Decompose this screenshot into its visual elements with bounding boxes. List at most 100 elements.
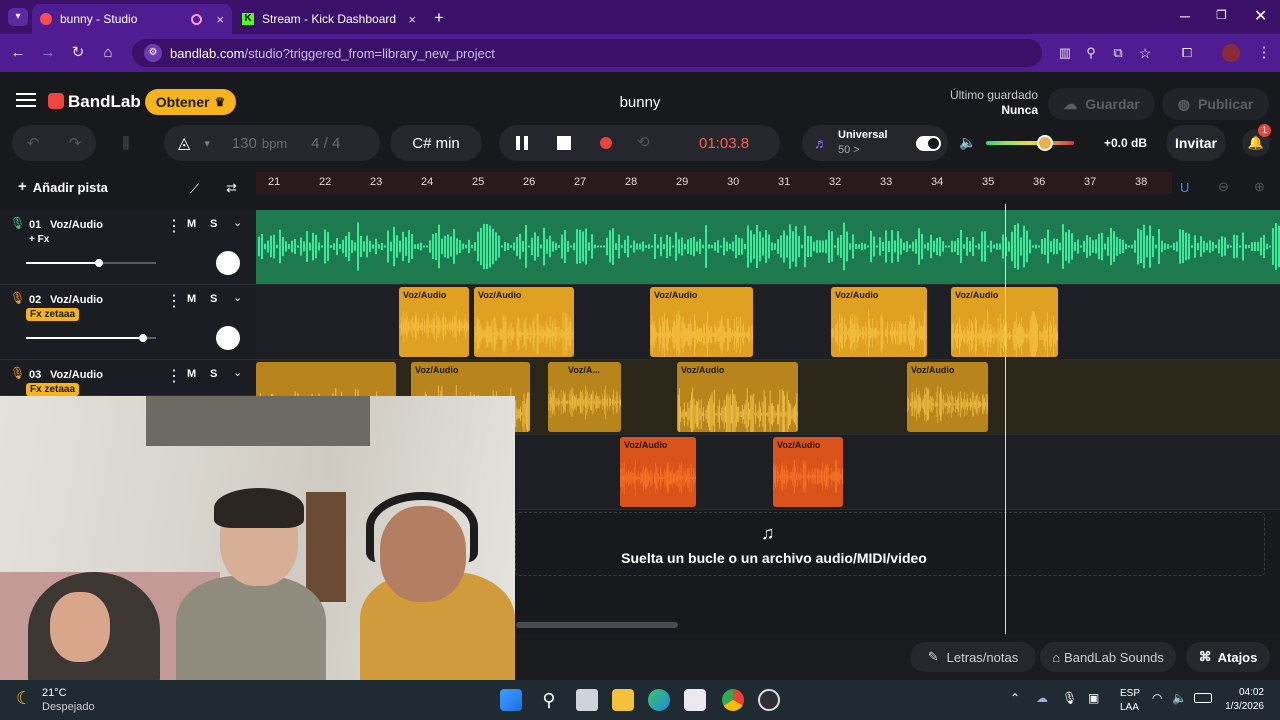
audio-clip[interactable]: Voz/A... [548,362,621,432]
tab-kick-dashboard[interactable]: K Stream - Kick Dashboard × [234,4,424,34]
add-fx-button[interactable]: + Fx [29,234,49,245]
chrome-icon[interactable] [722,689,744,711]
close-tab-icon[interactable]: × [408,12,416,27]
solo-button[interactable]: S [210,368,217,380]
chevron-down-icon[interactable]: ⌄ [233,291,242,304]
universal-value[interactable]: 50 > [838,144,860,156]
bookmark-star-icon[interactable]: ☆ [1135,43,1155,63]
bandlab-sounds-button[interactable]: ⌂ BandLab Sounds [1040,642,1176,672]
track-header-01[interactable]: 🎙 01 Voz/Audio + Fx ⋮ M S ⌄ [0,210,256,285]
close-window-icon[interactable]: ✕ [1254,6,1267,26]
track-menu-icon[interactable]: ⋮ [166,291,182,311]
track-volume-slider[interactable] [26,334,156,342]
tab-bandlab-studio[interactable]: bunny - Studio × [32,4,232,34]
microphone-tray-icon[interactable]: 🎙 [1062,691,1077,705]
zoom-icon[interactable]: ⚲ [1081,43,1101,63]
track-name[interactable]: Voz/Audio [50,219,103,231]
mixer-button[interactable]: ⫼ [106,125,146,161]
metronome-icon[interactable]: ◬ [178,133,190,153]
solo-button[interactable]: S [210,293,217,305]
mute-button[interactable]: M [187,368,196,380]
track-lane-01[interactable] [256,210,1280,285]
battery-icon[interactable] [1194,693,1212,703]
language-code[interactable]: ESP [1120,688,1140,699]
search-icon[interactable]: ⚲ [538,689,560,711]
bpm-value[interactable]: 130 [232,135,257,152]
universal-toggle[interactable] [916,136,941,151]
track-volume-knob[interactable] [94,259,103,267]
audio-clip[interactable]: Voz/Audio [677,362,798,432]
tab-list-dropdown[interactable]: ▾ [8,8,28,26]
minimize-window-icon[interactable]: ─ [1180,8,1190,24]
maximize-window-icon[interactable]: ❐ [1216,8,1227,22]
track-menu-icon[interactable]: ⋮ [166,216,182,236]
zoom-in-icon[interactable]: ⊕ [1254,179,1265,195]
volume-knob[interactable] [1037,135,1053,151]
profile-avatar[interactable] [1222,44,1240,62]
track-settings-icon[interactable]: ⇄ [226,180,237,196]
track-name[interactable]: Voz/Audio [50,294,103,306]
lyrics-notes-button[interactable]: ✎ Letras/notas [910,642,1036,672]
onedrive-icon[interactable]: ☁ [1036,691,1048,705]
chevron-up-icon[interactable]: ⌃ [1010,691,1020,705]
pan-knob[interactable] [216,251,240,275]
fx-preset-badge[interactable]: Fx zetaaa [26,383,80,396]
speaker-icon[interactable]: 🔈 [959,134,976,151]
cast-icon[interactable]: ⧉ [1108,43,1128,63]
forward-arrow-icon[interactable]: → [38,43,58,63]
audio-clip[interactable]: Voz/Audio [474,287,574,357]
key-selector[interactable]: C# min [390,125,482,161]
audio-clip[interactable]: Voz/Audio [620,437,696,507]
clock-date[interactable]: 1/3/2026 [1216,701,1264,712]
bandlab-logo-text[interactable]: BandLab [68,92,141,112]
record-button[interactable] [600,137,612,149]
back-arrow-icon[interactable]: ← [8,43,28,63]
region-code[interactable]: LAA [1120,702,1139,713]
track-header-02[interactable]: 🎙 02 Voz/Audio Fx zetaaa ⋮ M S ⌄ [0,285,256,360]
track-menu-icon[interactable]: ⋮ [166,366,182,386]
mute-button[interactable]: M [187,218,196,230]
shortcuts-button[interactable]: ⌘ Atajos [1186,642,1270,672]
project-title[interactable]: bunny [600,94,680,111]
task-view-icon[interactable] [576,689,598,711]
home-icon[interactable]: ⌂ [98,43,118,63]
edge-icon[interactable] [648,689,670,711]
publish-button[interactable]: ◍ Publicar [1162,88,1269,120]
windows-start-icon[interactable] [500,689,522,711]
obs-icon[interactable] [758,689,780,711]
pause-button[interactable] [516,136,528,150]
weather-temp[interactable]: 21°C [42,687,67,699]
track-lane-02[interactable]: Voz/Audio Voz/Audio Voz/Audio Voz/Audio … [256,285,1280,360]
store-icon[interactable] [684,689,706,711]
drop-zone[interactable]: ♫ Suelta un bucle o un archivo audio/MID… [515,512,1265,576]
loop-icon[interactable]: ⟲ [637,133,650,151]
reload-icon[interactable]: ↻ [68,43,88,63]
zoom-out-icon[interactable]: ⊖ [1218,179,1229,195]
track-volume-slider[interactable] [26,259,156,267]
add-track-button[interactable]: + Añadir pista [18,179,108,195]
extensions-icon[interactable]: ⧠ [1177,43,1197,63]
undo-icon[interactable]: ↶ [27,134,40,152]
stop-button[interactable] [557,136,571,150]
file-explorer-icon[interactable] [612,689,634,711]
invite-button[interactable]: Invitar [1166,125,1226,161]
close-tab-icon[interactable]: × [216,12,224,27]
chevron-down-icon[interactable]: ⌄ [233,216,242,229]
save-button[interactable]: ☁ Guardar [1048,88,1155,120]
redo-icon[interactable]: ↷ [69,134,82,152]
reading-mode-icon[interactable]: ▥ [1055,43,1075,63]
chevron-down-icon[interactable]: ⌄ [233,366,242,379]
clock-time[interactable]: 04:02 [1226,687,1264,698]
site-info-icon[interactable]: ⚙ [144,44,162,62]
master-volume-slider[interactable] [986,135,1074,151]
audio-clip[interactable]: Voz/Audio [773,437,843,507]
chevron-down-icon[interactable]: ▾ [204,137,210,150]
get-membership-button[interactable]: Obtener ♛ [145,89,236,115]
volume-tray-icon[interactable]: 🔈 [1172,691,1187,705]
mute-button[interactable]: M [187,293,196,305]
playhead[interactable] [1005,204,1006,634]
track-volume-knob[interactable] [139,334,147,342]
audio-clip[interactable]: Voz/Audio [831,287,927,357]
url-input[interactable]: ⚙ bandlab.com/studio?triggered_from=libr… [132,39,1042,67]
wifi-icon[interactable]: ◠ [1152,691,1162,705]
